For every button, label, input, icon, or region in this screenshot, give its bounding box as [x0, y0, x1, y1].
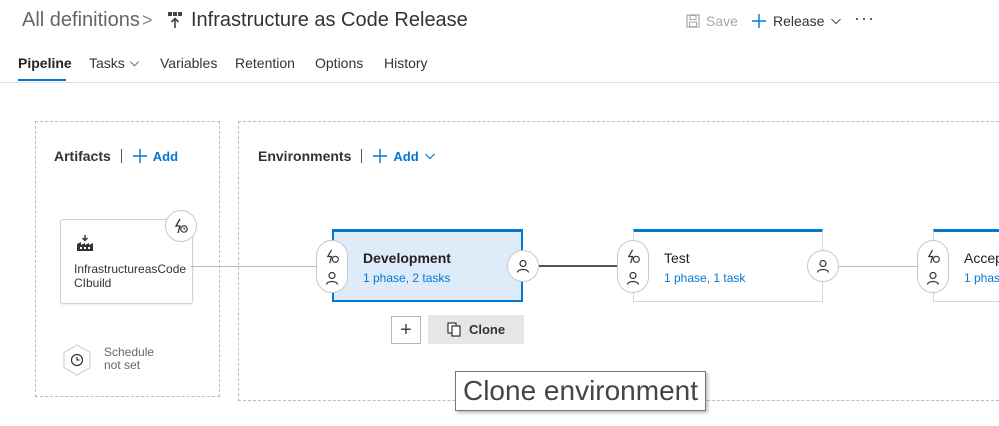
- save-label: Save: [706, 13, 738, 29]
- tab-retention[interactable]: Retention: [235, 55, 295, 71]
- tab-tasks-label: Tasks: [89, 55, 125, 71]
- schedule-value: not set: [104, 358, 141, 372]
- add-environment-button[interactable]: Add: [372, 148, 435, 164]
- clone-label: Clone: [468, 322, 506, 337]
- lightning-trigger-icon: [173, 218, 189, 234]
- save-button[interactable]: Save: [686, 13, 738, 29]
- tab-variables[interactable]: Variables: [160, 55, 217, 71]
- clone-tooltip: Clone environment: [455, 371, 706, 411]
- copy-icon: [447, 322, 461, 337]
- person-approver-icon: [926, 271, 940, 285]
- pre-deployment-conditions-button[interactable]: [316, 240, 348, 293]
- person-approver-icon: [516, 259, 530, 273]
- artifact-name: InfrastructureasCodeCIbuild: [74, 262, 187, 290]
- build-icon: [76, 234, 94, 252]
- environments-title: Environments: [258, 148, 352, 164]
- environment-connector: [839, 266, 918, 267]
- plus-icon: [751, 13, 767, 29]
- pre-deployment-conditions-button[interactable]: [617, 240, 649, 293]
- save-icon: [686, 14, 700, 28]
- environment-summary-link[interactable]: 1 phas: [964, 271, 999, 285]
- environment-card-test[interactable]: [633, 229, 823, 302]
- person-approver-icon: [626, 271, 640, 285]
- add-artifact-label: Add: [152, 148, 179, 164]
- release-pipeline-icon: [167, 11, 183, 29]
- tab-bar: Pipeline Tasks Variables Retention Optio…: [0, 52, 999, 83]
- post-deployment-approvers-button[interactable]: [507, 250, 539, 282]
- environment-summary-link[interactable]: 1 phase, 2 tasks: [363, 271, 450, 285]
- artifacts-header: Artifacts Add: [54, 148, 178, 164]
- active-tab-indicator: [18, 79, 66, 81]
- header-divider: [120, 149, 122, 163]
- more-actions-button[interactable]: ···: [854, 8, 875, 29]
- person-approver-icon: [325, 271, 339, 285]
- breadcrumb-all-definitions[interactable]: All definitions: [22, 9, 140, 32]
- schedule-button[interactable]: [62, 343, 92, 377]
- lightning-trigger-icon: [626, 249, 641, 264]
- tab-history[interactable]: History: [384, 55, 428, 71]
- breadcrumb-separator: >: [142, 10, 153, 30]
- plus-icon: [372, 148, 388, 164]
- release-button[interactable]: Release: [751, 13, 842, 29]
- lightning-trigger-icon: [926, 249, 941, 264]
- environment-connector: [539, 265, 617, 267]
- clone-button[interactable]: Clone: [428, 315, 524, 344]
- post-deployment-approvers-button[interactable]: [807, 250, 839, 282]
- chevron-down-icon: [129, 58, 140, 69]
- page-title: Infrastructure as Code Release: [191, 9, 468, 31]
- add-artifact-button[interactable]: Add: [132, 148, 178, 164]
- artifacts-title: Artifacts: [54, 148, 111, 164]
- environment-summary-link[interactable]: 1 phase, 1 task: [664, 271, 745, 285]
- add-environment-inline-button[interactable]: +: [391, 316, 421, 344]
- release-label: Release: [773, 13, 825, 29]
- tab-tasks[interactable]: Tasks: [89, 55, 140, 71]
- environment-name: Test: [664, 250, 690, 266]
- continuous-deployment-trigger-button[interactable]: [165, 210, 197, 242]
- chevron-down-icon: [424, 150, 436, 162]
- lightning-trigger-icon: [325, 249, 340, 264]
- chevron-down-icon: [830, 15, 842, 27]
- person-approver-icon: [816, 259, 830, 273]
- schedule-status: Schedule not set: [104, 346, 154, 372]
- add-environment-label: Add: [393, 148, 419, 164]
- environment-name: Accep: [964, 250, 999, 266]
- header-divider: [361, 149, 363, 163]
- environment-name: Development: [363, 250, 451, 266]
- tab-options[interactable]: Options: [315, 55, 363, 71]
- plus-icon: [132, 148, 148, 164]
- tab-pipeline[interactable]: Pipeline: [18, 55, 72, 71]
- environments-header: Environments Add: [258, 148, 436, 164]
- pre-deployment-conditions-button[interactable]: [917, 240, 949, 293]
